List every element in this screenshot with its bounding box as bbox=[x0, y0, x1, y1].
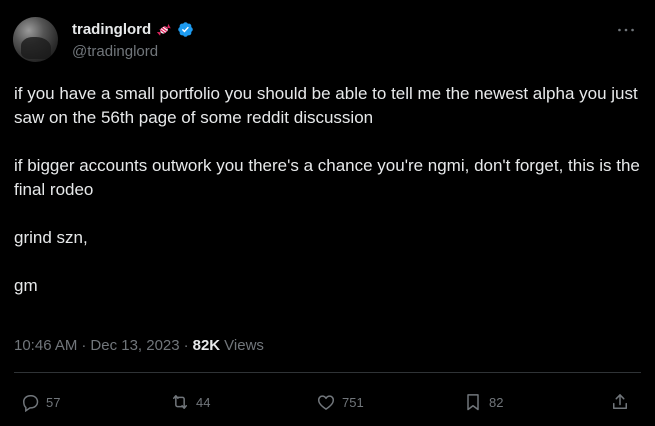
tweet-text: if you have a small portfolio you should… bbox=[14, 82, 644, 298]
author-handle[interactable]: @tradinglord bbox=[72, 43, 158, 60]
views-count: 82K bbox=[192, 337, 221, 354]
reply-icon bbox=[20, 392, 40, 412]
tweet-paragraph: if bigger accounts outwork you there's a… bbox=[14, 156, 640, 199]
meta-separator: · bbox=[81, 337, 87, 354]
avatar[interactable] bbox=[13, 17, 58, 62]
reply-count: 57 bbox=[46, 394, 61, 410]
more-options-icon[interactable] bbox=[615, 22, 637, 38]
like-button[interactable]: 751 bbox=[316, 388, 364, 416]
author-display-name[interactable]: tradinglord bbox=[72, 21, 151, 38]
tweet-date[interactable]: Dec 13, 2023 bbox=[90, 337, 179, 354]
action-bar: 57 44 751 82 bbox=[0, 388, 655, 416]
author-name-row: tradinglord bbox=[72, 21, 194, 38]
tweet-paragraph: if you have a small portfolio you should… bbox=[14, 84, 638, 127]
tweet-time[interactable]: 10:46 AM bbox=[14, 337, 77, 354]
bookmark-icon bbox=[463, 392, 483, 412]
tweet-paragraph: gm bbox=[14, 276, 38, 295]
verified-badge-icon bbox=[177, 21, 194, 38]
heart-icon bbox=[316, 392, 336, 412]
tweet-paragraph: grind szn, bbox=[14, 228, 88, 247]
tweet-card: tradinglord @tradinglord if you have a s… bbox=[0, 0, 655, 426]
candy-icon bbox=[156, 22, 172, 38]
share-button[interactable] bbox=[610, 388, 630, 416]
bookmark-count: 82 bbox=[489, 394, 504, 410]
bookmark-button[interactable]: 82 bbox=[463, 388, 503, 416]
views-label: Views bbox=[224, 337, 264, 354]
repost-count: 44 bbox=[196, 394, 211, 410]
share-icon bbox=[610, 392, 630, 412]
repost-button[interactable]: 44 bbox=[170, 388, 210, 416]
divider bbox=[14, 372, 641, 373]
meta-separator: · bbox=[183, 337, 189, 354]
tweet-meta: 10:46 AM · Dec 13, 2023 · 82K Views bbox=[14, 337, 264, 354]
like-count: 751 bbox=[342, 394, 364, 410]
repost-icon bbox=[170, 392, 190, 412]
reply-button[interactable]: 57 bbox=[20, 388, 60, 416]
